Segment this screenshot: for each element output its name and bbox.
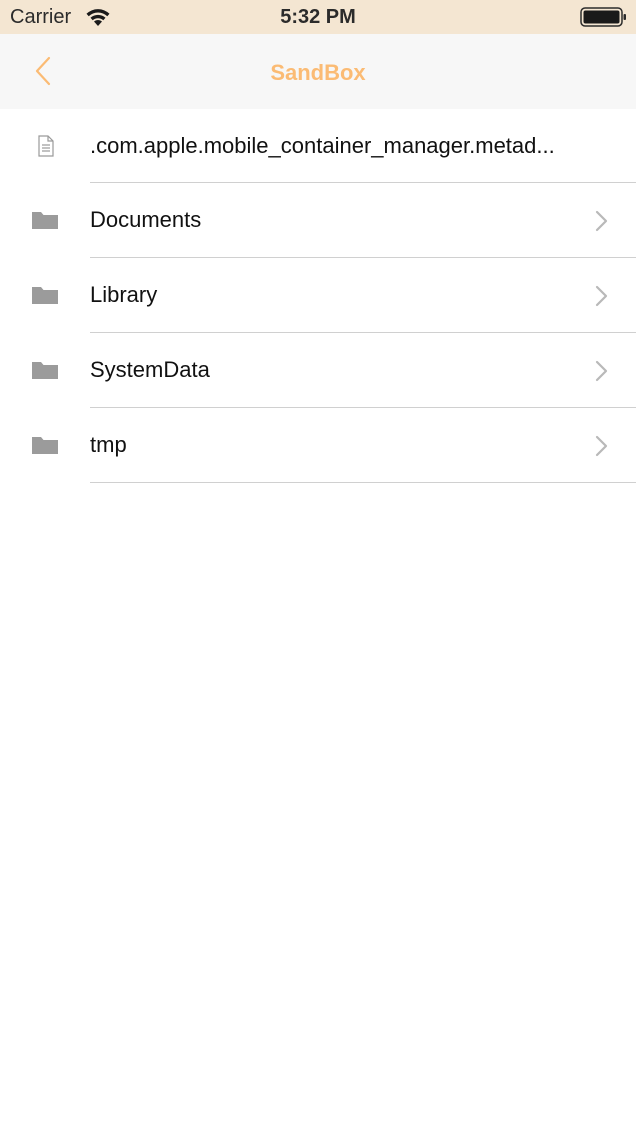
folder-name: tmp [90, 432, 127, 457]
folder-icon [32, 212, 58, 229]
chevron-right-icon [595, 210, 608, 232]
chevron-right-icon [595, 285, 608, 307]
list-item-library[interactable]: Library [0, 258, 636, 333]
file-list: .com.apple.mobile_container_manager.meta… [0, 109, 636, 483]
folder-icon [32, 287, 58, 304]
document-icon [38, 135, 54, 157]
page-title: SandBox [270, 60, 366, 85]
file-name: .com.apple.mobile_container_manager.meta… [90, 133, 555, 158]
folder-name: Library [90, 282, 158, 307]
battery-icon [580, 7, 626, 27]
status-bar: Carrier 5:32 PM [0, 0, 636, 34]
screen: Carrier 5:32 PM SandBox .com.apple.mobil… [0, 0, 636, 1132]
chevron-right-icon [595, 360, 608, 382]
list-item-file[interactable]: .com.apple.mobile_container_manager.meta… [0, 109, 636, 183]
chevron-right-icon [595, 435, 608, 457]
folder-icon [32, 437, 58, 454]
folder-name: SystemData [90, 357, 210, 382]
folder-name: Documents [90, 207, 202, 232]
list-item-tmp[interactable]: tmp [0, 408, 636, 483]
folder-icon [32, 362, 58, 379]
row-divider [90, 482, 636, 483]
list-item-systemdata[interactable]: SystemData [0, 333, 636, 408]
navigation-bar: SandBox [0, 34, 636, 109]
time-label: 5:32 PM [280, 6, 356, 28]
list-item-documents[interactable]: Documents [0, 183, 636, 258]
